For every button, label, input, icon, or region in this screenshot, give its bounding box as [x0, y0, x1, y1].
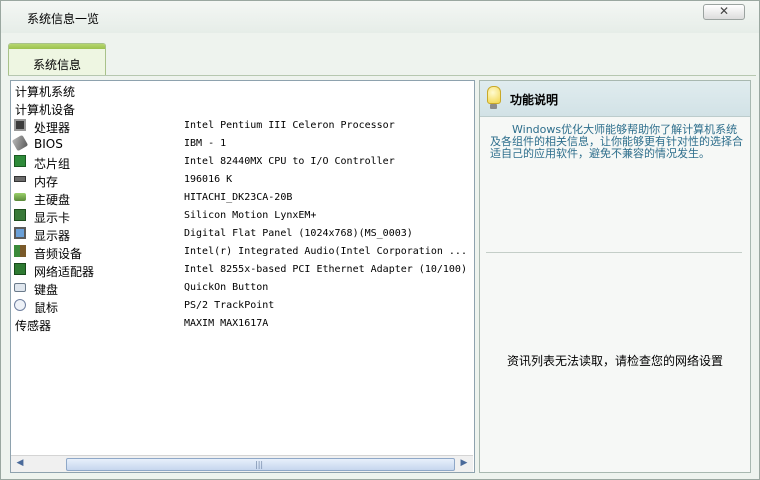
item-name: 网络适配器: [34, 265, 95, 279]
list-item[interactable]: 鼠标 PS/2 TrackPoint: [11, 297, 473, 315]
list-item[interactable]: 计算机设备: [11, 99, 473, 117]
item-value: MAXIM MAX1617A: [184, 318, 269, 329]
item-name: 芯片组: [34, 157, 71, 171]
scroll-grip-icon: |||: [255, 460, 264, 469]
item-value: Intel(r) Integrated Audio(Intel Corporat…: [184, 246, 467, 257]
scroll-right-arrow-icon[interactable]: ▶: [457, 457, 471, 470]
system-info-list[interactable]: 计算机系统计算机设备处理器 Intel Pentium III Celeron P…: [10, 80, 475, 473]
item-value: Digital Flat Panel (1024x768)(MS_0003): [184, 228, 413, 239]
item-name: 显示器: [34, 229, 71, 243]
network-notice: 资讯列表无法读取，请检查您的网络设置: [506, 354, 723, 368]
item-name: 计算机设备: [15, 103, 76, 117]
item-name: 显示卡: [34, 211, 71, 225]
list-item[interactable]: 传感器 MAXIM MAX1617A: [11, 315, 473, 333]
memory-icon: [14, 176, 26, 182]
item-name: 音频设备: [34, 247, 83, 261]
audio-device-icon: [14, 245, 26, 257]
item-value: Intel 8255x-based PCI Ethernet Adapter (…: [184, 264, 467, 275]
item-value: Silicon Motion LynxEM+: [184, 210, 317, 221]
item-name: BIOS: [34, 137, 63, 151]
function-description-panel: 功能说明 Windows优化大师能够帮助你了解计算机系统及各组件的相关信息，让你…: [479, 80, 751, 473]
list-item[interactable]: 键盘 QuickOn Button: [11, 279, 473, 297]
hard-disk-icon: [14, 193, 26, 201]
mouse-icon: [14, 299, 26, 311]
item-value: Intel Pentium III Celeron Processor: [184, 120, 395, 131]
list-item[interactable]: BIOS IBM - 1: [11, 134, 473, 153]
item-value: Intel 82440MX CPU to I/O Controller: [184, 156, 395, 167]
cpu-icon: [14, 119, 26, 131]
horizontal-scrollbar[interactable]: ◀ ||| ▶: [11, 455, 473, 472]
function-panel-header: 功能说明: [480, 81, 750, 117]
system-info-window: 系统信息一览 ✕ 系统信息 计算机系统计算机设备处理器 Intel Pentium…: [0, 0, 760, 480]
item-name: 鼠标: [34, 301, 59, 315]
bios-icon: [11, 134, 29, 152]
list-item[interactable]: 网络适配器 Intel 8255x-based PCI Ethernet Adap…: [11, 261, 473, 279]
title-bar: 系统信息一览 ✕: [1, 1, 759, 33]
close-icon: ✕: [718, 4, 730, 18]
function-description: Windows优化大师能够帮助你了解计算机系统及各组件的相关信息，让你能够更有针…: [490, 123, 743, 160]
list-item[interactable]: 处理器 Intel Pentium III Celeron Processor: [11, 117, 473, 135]
item-value: 196016 K: [184, 174, 233, 185]
graphics-card-icon: [14, 209, 26, 221]
monitor-icon: [14, 227, 26, 239]
item-name: 计算机系统: [15, 85, 76, 99]
item-name: 处理器: [34, 121, 71, 135]
function-panel-title: 功能说明: [510, 93, 559, 107]
tab-label: 系统信息: [32, 58, 81, 72]
list-item[interactable]: 显示卡 Silicon Motion LynxEM+: [11, 207, 473, 225]
item-value: PS/2 TrackPoint: [184, 300, 275, 311]
lightbulb-base: [490, 104, 497, 109]
scroll-thumb[interactable]: |||: [66, 458, 455, 471]
item-value: QuickOn Button: [184, 282, 269, 293]
item-name: 键盘: [34, 283, 59, 297]
divider: [486, 252, 742, 253]
tab-divider: [8, 75, 756, 76]
network-adapter-icon: [14, 263, 26, 275]
item-name: 内存: [34, 175, 59, 189]
list-item[interactable]: 计算机系统: [11, 81, 473, 99]
lightbulb-icon: [487, 86, 501, 104]
list-item[interactable]: 主硬盘 HITACHI_DK23CA-20B: [11, 189, 473, 207]
list-item[interactable]: 显示器 Digital Flat Panel (1024x768)(MS_0003…: [11, 225, 473, 243]
item-name: 主硬盘: [34, 193, 71, 207]
tab-accent-bar: [9, 44, 105, 49]
item-value: IBM - 1: [184, 138, 227, 149]
list-item[interactable]: 音频设备 Intel(r) Integrated Audio(Intel Corp…: [11, 243, 473, 261]
list-item[interactable]: 内存 196016 K: [11, 171, 473, 189]
tab-system-info[interactable]: 系统信息: [8, 43, 106, 76]
scroll-left-arrow-icon[interactable]: ◀: [13, 457, 27, 470]
keyboard-icon: [14, 283, 26, 292]
item-value: HITACHI_DK23CA-20B: [184, 192, 293, 203]
close-button[interactable]: ✕: [703, 4, 745, 20]
chipset-icon: [14, 155, 26, 167]
item-name: 传感器: [15, 319, 52, 333]
window-title: 系统信息一览: [27, 12, 100, 26]
list-item[interactable]: 芯片组 Intel 82440MX CPU to I/O Controller: [11, 153, 473, 171]
